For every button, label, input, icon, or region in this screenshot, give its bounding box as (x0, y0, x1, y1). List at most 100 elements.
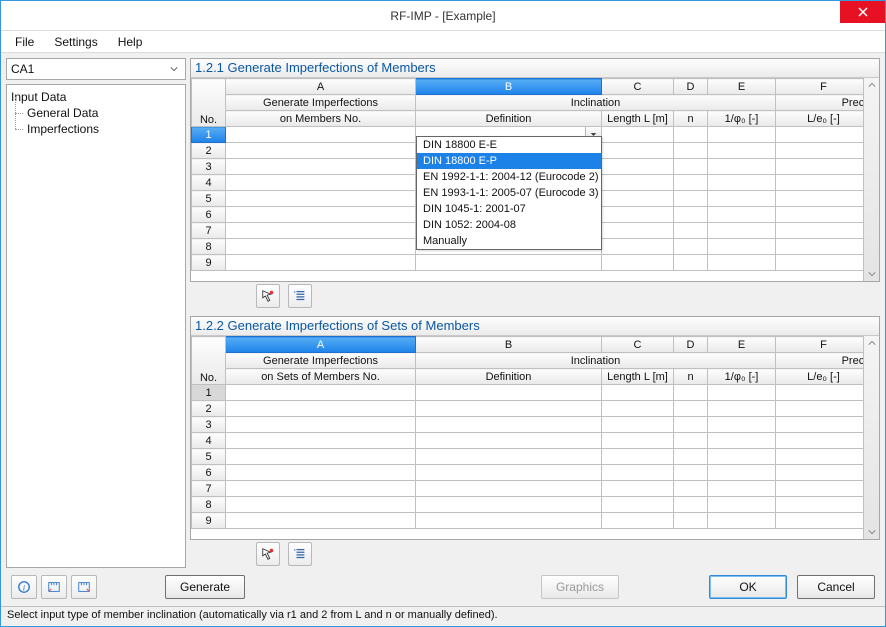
row-header[interactable]: 6 (192, 207, 226, 223)
col-c-header[interactable]: Length L [m] (602, 369, 674, 385)
cell[interactable] (708, 401, 776, 417)
list-button[interactable] (288, 542, 312, 566)
cell[interactable] (776, 127, 872, 143)
row-header[interactable]: 1 (192, 385, 226, 401)
cell[interactable] (708, 497, 776, 513)
generate-button[interactable]: Generate (165, 575, 245, 599)
cell[interactable] (674, 255, 708, 271)
cell[interactable] (674, 385, 708, 401)
cell[interactable] (708, 255, 776, 271)
definition-dropdown-list[interactable]: DIN 18800 E-EDIN 18800 E-PEN 1992-1-1: 2… (416, 136, 602, 250)
cell[interactable] (226, 239, 416, 255)
cell[interactable] (602, 207, 674, 223)
col-d-header[interactable]: n (674, 369, 708, 385)
col-b-letter[interactable]: B (416, 79, 602, 95)
cell[interactable] (776, 401, 872, 417)
graphics-button[interactable]: Graphics (541, 575, 619, 599)
cell[interactable] (708, 465, 776, 481)
menu-help[interactable]: Help (110, 33, 151, 51)
cell[interactable] (416, 481, 602, 497)
help-button[interactable]: i (11, 575, 37, 599)
cell[interactable] (602, 401, 674, 417)
cell[interactable] (226, 513, 416, 529)
tree-item-general-data[interactable]: General Data (11, 105, 181, 121)
cell[interactable] (674, 465, 708, 481)
cell[interactable] (708, 143, 776, 159)
export-button[interactable] (71, 575, 97, 599)
table-row[interactable]: 5 (192, 449, 880, 465)
cell[interactable] (776, 417, 872, 433)
cell[interactable] (776, 481, 872, 497)
pick-button[interactable] (256, 542, 280, 566)
cell[interactable] (674, 239, 708, 255)
col-e-letter[interactable]: E (708, 79, 776, 95)
cell[interactable] (602, 127, 674, 143)
cancel-button[interactable]: Cancel (797, 575, 875, 599)
col-d-letter[interactable]: D (674, 79, 708, 95)
cell[interactable] (226, 433, 416, 449)
cell[interactable] (602, 513, 674, 529)
col-d-letter[interactable]: D (674, 337, 708, 353)
cell[interactable] (708, 239, 776, 255)
cell[interactable] (708, 127, 776, 143)
cell[interactable] (226, 255, 416, 271)
cell[interactable] (776, 143, 872, 159)
col-f-letter[interactable]: F (776, 337, 872, 353)
close-button[interactable] (840, 1, 885, 23)
cell[interactable] (674, 449, 708, 465)
cell[interactable] (674, 433, 708, 449)
cell[interactable] (708, 513, 776, 529)
cell[interactable] (416, 465, 602, 481)
col-c-header[interactable]: Length L [m] (602, 111, 674, 127)
cell[interactable] (708, 175, 776, 191)
cell[interactable] (708, 417, 776, 433)
cell[interactable] (226, 223, 416, 239)
cell[interactable] (776, 385, 872, 401)
cell[interactable] (776, 433, 872, 449)
case-combo[interactable]: CA1 (6, 58, 186, 80)
cell[interactable] (674, 159, 708, 175)
cell[interactable] (708, 207, 776, 223)
active-cell[interactable] (226, 385, 416, 401)
scrollbar-vertical[interactable] (863, 78, 879, 281)
cell[interactable] (416, 401, 602, 417)
cell[interactable] (674, 207, 708, 223)
dropdown-option[interactable]: EN 1992-1-1: 2004-12 (Eurocode 2) (417, 169, 601, 185)
cell[interactable] (708, 481, 776, 497)
row-header[interactable]: 9 (192, 513, 226, 529)
cell[interactable] (708, 385, 776, 401)
cell[interactable] (226, 159, 416, 175)
cell[interactable] (602, 239, 674, 255)
dropdown-option[interactable]: DIN 18800 E-P (417, 153, 601, 169)
cell[interactable] (708, 191, 776, 207)
list-button[interactable] (288, 284, 312, 308)
cell[interactable] (776, 513, 872, 529)
col-c-letter[interactable]: C (602, 337, 674, 353)
cell[interactable] (602, 481, 674, 497)
cell[interactable] (776, 497, 872, 513)
cell[interactable] (602, 497, 674, 513)
cell[interactable] (708, 159, 776, 175)
units-button[interactable] (41, 575, 67, 599)
cell[interactable] (416, 417, 602, 433)
cell[interactable] (674, 481, 708, 497)
cell[interactable] (776, 255, 872, 271)
dropdown-option[interactable]: DIN 1052: 2004-08 (417, 217, 601, 233)
col-b-header[interactable]: Definition (416, 369, 602, 385)
cell[interactable] (226, 143, 416, 159)
menu-file[interactable]: File (7, 33, 42, 51)
cell[interactable] (226, 465, 416, 481)
cell[interactable] (602, 385, 674, 401)
col-b-header[interactable]: Definition (416, 111, 602, 127)
table-row[interactable]: 4 (192, 433, 880, 449)
cell[interactable] (708, 449, 776, 465)
cell[interactable] (602, 449, 674, 465)
table-row[interactable]: 9 (192, 255, 880, 271)
cell[interactable] (416, 255, 602, 271)
pick-button[interactable] (256, 284, 280, 308)
cell[interactable] (416, 449, 602, 465)
cell[interactable] (674, 143, 708, 159)
menu-settings[interactable]: Settings (46, 33, 105, 51)
cell[interactable] (674, 497, 708, 513)
tree-item-imperfections[interactable]: Imperfections (11, 121, 181, 137)
